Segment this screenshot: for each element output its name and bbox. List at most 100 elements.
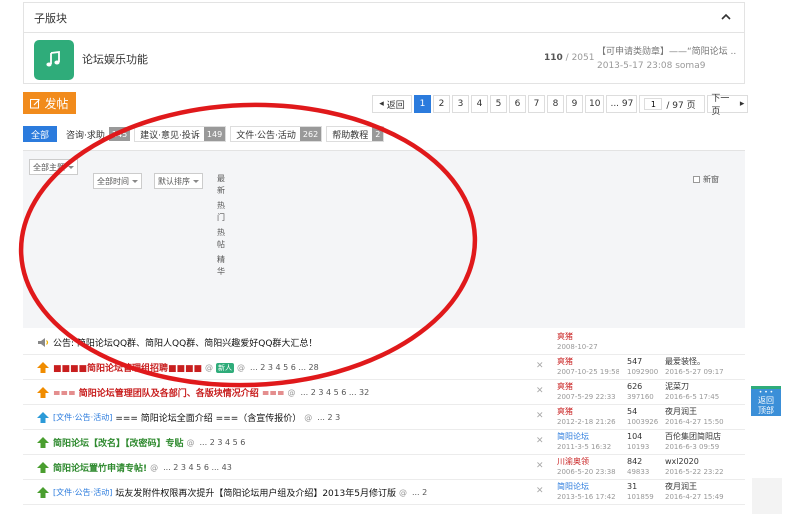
last-reply-user[interactable]: 夜月润王 <box>665 481 745 492</box>
close-icon[interactable]: ✕ <box>536 486 544 496</box>
attachment-icon: @ <box>150 463 159 472</box>
new-window-checkbox[interactable] <box>693 176 700 183</box>
close-icon[interactable]: ✕ <box>536 411 544 421</box>
author-name[interactable]: 爽猪 <box>557 381 619 392</box>
table-row[interactable]: [文件·公告·活动] 坛友发附件权限再次提升【简阳论坛用户组及介绍】2013年5月… <box>23 480 745 505</box>
pager-next-button[interactable]: 下一页 ▸ <box>707 94 749 117</box>
thread-list: 公告: 简阳论坛QQ群、简阳人QQ群、简阳兴趣爱好QQ群大汇总！ 爽猪 2008-1… <box>23 330 745 505</box>
thread-pages[interactable]: ... 2 3 <box>317 413 340 422</box>
author-name[interactable]: 爽猪 <box>557 356 619 367</box>
thread-author: 爽猪 2007-5-29 22:33 <box>557 381 619 403</box>
last-reply-user[interactable]: 百伦集团简阳店 <box>665 431 745 442</box>
attachment-icon: @ <box>304 413 313 422</box>
sort-select[interactable]: 默认排序 <box>154 173 203 189</box>
pager-page-3[interactable]: 3 <box>452 95 469 113</box>
thread-title-link[interactable]: 简阳论坛【改名】【改密码】专贴 <box>53 436 184 449</box>
thread-type-link[interactable]: [文件·公告·活动] <box>53 487 112 498</box>
pager-page-5[interactable]: 5 <box>490 95 507 113</box>
thread-pages[interactable]: ... 2 3 4 5 6 <box>200 438 246 447</box>
last-reply-user[interactable]: 最爱装怪。 <box>665 356 745 367</box>
forum-last-info: 2013-5-17 23:08 soma9 <box>597 61 706 71</box>
last-reply-user[interactable]: 夜月润王 <box>665 406 745 417</box>
tab-suggest[interactable]: 建议·意见·投诉 149 <box>134 126 227 142</box>
close-icon[interactable]: ✕ <box>536 361 544 371</box>
table-row[interactable]: === 简阳论坛管理团队及各部门、各版块情况介绍 === @ ... 2 3 4 5… <box>23 380 745 405</box>
thread-title-link[interactable]: 简阳论坛置竹申请专帖! <box>53 461 147 474</box>
pager-jump-input[interactable] <box>644 98 663 110</box>
all-topics-select[interactable]: 全部主题 <box>29 159 78 175</box>
pager-page-4[interactable]: 4 <box>471 95 488 113</box>
thread-author: 简阳论坛 2013-5-16 17:42 <box>557 481 619 503</box>
close-icon[interactable]: ✕ <box>536 386 544 396</box>
thread-type-link[interactable]: [文件·公告·活动] <box>53 412 112 423</box>
last-reply-user[interactable]: wxl2020 <box>665 456 745 467</box>
pager-page-10[interactable]: 10 <box>585 95 605 113</box>
tab-all-label: 全部 <box>31 130 50 141</box>
last-reply-date: 2016-6-3 09:59 <box>665 443 720 451</box>
pager-last-page[interactable]: ... 97 <box>606 95 638 113</box>
table-row[interactable]: 简阳论坛置竹申请专帖! @ ... 2 3 4 5 6 ... 43 ✕ 川渝奥领 200… <box>23 455 745 480</box>
author-name[interactable]: 简阳论坛 <box>557 431 619 442</box>
pager-page-9[interactable]: 9 <box>566 95 583 113</box>
back-to-top-widget[interactable]: • • • 返回 顶部 <box>751 386 781 416</box>
last-reply-user[interactable]: 泥菜刀 <box>665 381 745 392</box>
thread-title-link[interactable]: 坛友发附件权限再次提升【简阳论坛用户组及介绍】2013年5月修订版 <box>115 486 396 499</box>
last-reply-date: 2016-5-22 23:22 <box>665 468 724 476</box>
pager-back-button[interactable]: ◂ 返回 <box>372 95 412 113</box>
author-name[interactable]: 简阳论坛 <box>557 481 619 492</box>
all-time-label: 全部时间 <box>97 176 129 186</box>
forum-last-post[interactable]: 【可申请类勋章】——“简阳论坛 ... 2013-5-17 23:08 soma… <box>597 45 737 73</box>
last-reply-date: 2016-4-27 15:50 <box>665 418 724 426</box>
post-date: 2013-5-16 17:42 <box>557 493 616 501</box>
thread-title-link[interactable]: ■■■■简阳论坛管理组招聘■■■■ <box>53 361 202 374</box>
tab-all[interactable]: 全部 <box>23 126 58 142</box>
thread-pages[interactable]: ... 2 3 4 5 6 ... 28 <box>250 363 319 372</box>
close-icon[interactable]: ✕ <box>536 461 544 471</box>
pager-page-7[interactable]: 7 <box>528 95 545 113</box>
tab-help[interactable]: 帮助教程 2 <box>326 126 385 142</box>
forum-last-title[interactable]: 【可申请类勋章】——“简阳论坛 ... <box>597 45 737 59</box>
filter-digest[interactable]: 精华 <box>215 254 227 278</box>
pager-page-2[interactable]: 2 <box>433 95 450 113</box>
new-window-toggle[interactable]: 新窗 <box>693 174 719 185</box>
table-row[interactable]: [文件·公告·活动] === 简阳论坛全面介绍 ===（含宣传报价） @ ... 2 … <box>23 405 745 430</box>
music-note-icon[interactable] <box>34 40 74 80</box>
filter-latest[interactable]: 最新 <box>215 173 227 197</box>
view-count: 101859 <box>627 493 654 501</box>
thread-title-link[interactable]: 公告: 简阳论坛QQ群、简阳人QQ群、简阳兴趣爱好QQ群大汇总！ <box>53 336 317 349</box>
post-date: 2007-10-25 19:58 <box>557 368 619 376</box>
author-name[interactable]: 爽猪 <box>557 331 619 342</box>
thread-title-link[interactable]: === 简阳论坛管理团队及各部门、各版块情况介绍 === <box>53 386 285 399</box>
pager-page-8[interactable]: 8 <box>547 95 564 113</box>
new-post-button[interactable]: 发帖 <box>23 92 76 114</box>
all-time-select[interactable]: 全部时间 <box>93 173 142 189</box>
table-row[interactable]: 公告: 简阳论坛QQ群、简阳人QQ群、简阳兴趣爱好QQ群大汇总！ 爽猪 2008-1… <box>23 330 745 355</box>
thread-pages[interactable]: ... 2 3 4 5 6 ... 43 <box>163 463 232 472</box>
forum-row[interactable]: 论坛娱乐功能 110 / 2051 【可申请类勋章】——“简阳论坛 ... 20… <box>24 33 744 85</box>
tab-consult[interactable]: 咨询·求助 145 <box>61 126 131 142</box>
pager-page-1[interactable]: 1 <box>414 95 431 113</box>
last-reply: 夜月润王 2016-4-27 15:50 <box>665 406 745 428</box>
close-icon[interactable]: ✕ <box>536 436 544 446</box>
pager-page-6[interactable]: 6 <box>509 95 526 113</box>
filter-hot[interactable]: 热门 <box>215 200 227 224</box>
filter-links: 最新 热门 热帖 精华 <box>215 173 227 281</box>
chevron-up-icon[interactable] <box>720 11 732 23</box>
post-date: 2007-5-29 22:33 <box>557 393 616 401</box>
pin-arrow-icon <box>37 462 49 473</box>
forum-counts: 110 / 2051 <box>544 53 594 63</box>
pager-jump: / 97 页 <box>639 95 706 113</box>
post-date: 2006-5-20 23:38 <box>557 468 616 476</box>
tab-files[interactable]: 文件·公告·活动 262 <box>230 126 323 142</box>
table-row[interactable]: ■■■■简阳论坛管理组招聘■■■■ @ 新人 @... 2 3 4 5 6 ... 2… <box>23 355 745 380</box>
thread-pages[interactable]: ... 2 <box>412 488 427 497</box>
pager-back-label: 返回 <box>386 100 405 111</box>
thread-title-cell: [文件·公告·活动] 坛友发附件权限再次提升【简阳论坛用户组及介绍】2013年5月… <box>53 486 543 499</box>
table-row[interactable]: 简阳论坛【改名】【改密码】专贴 @ ... 2 3 4 5 6 ✕ 简阳论坛 2011-3… <box>23 430 745 455</box>
forum-name[interactable]: 论坛娱乐功能 <box>82 51 148 67</box>
author-name[interactable]: 川渝奥领 <box>557 456 619 467</box>
filter-hot-post[interactable]: 热帖 <box>215 227 227 251</box>
thread-title-link[interactable]: === 简阳论坛全面介绍 ===（含宣传报价） <box>115 411 301 424</box>
thread-pages[interactable]: ... 2 3 4 5 6 ... 32 <box>301 388 370 397</box>
author-name[interactable]: 爽猪 <box>557 406 619 417</box>
